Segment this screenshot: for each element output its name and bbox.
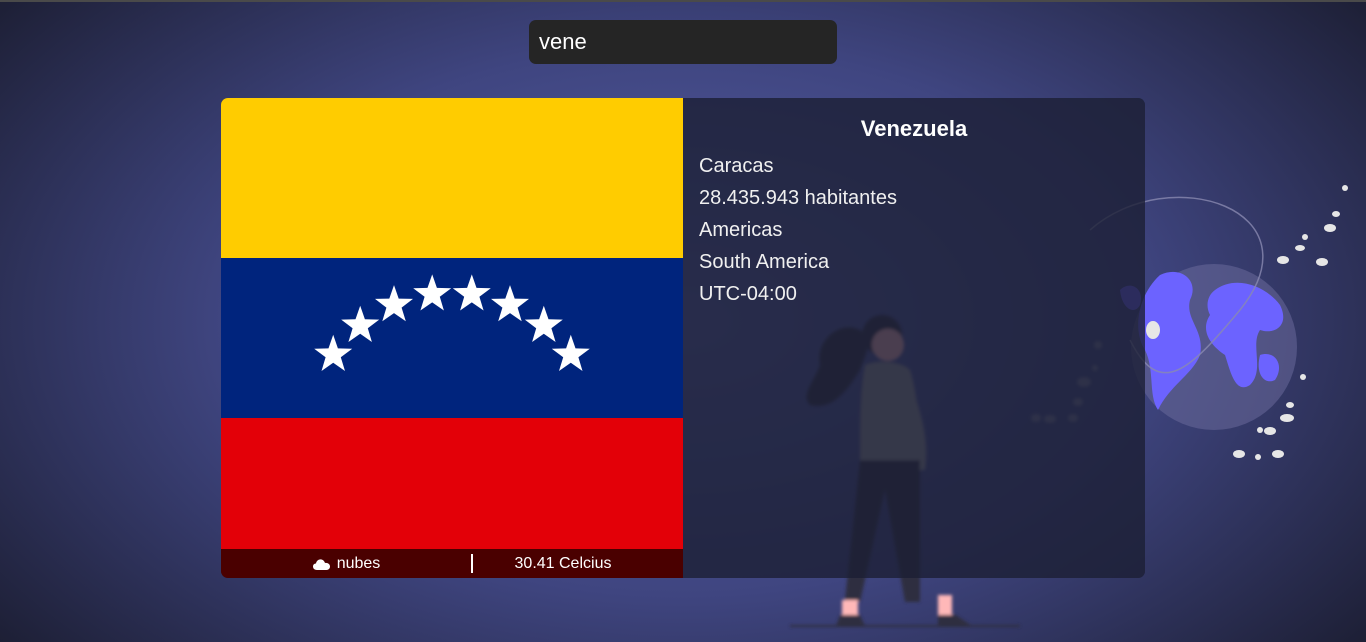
weather-bar: nubes 30.41 Celcius [221, 549, 683, 578]
country-capital: Caracas [699, 155, 774, 177]
country-name: Venezuela [860, 116, 968, 141]
country-timezone: UTC-04:00 [699, 283, 797, 305]
country-card: nubes 30.41 Celcius Venezuela Caracas 28… [221, 98, 1145, 578]
country-details: Caracas 28.435.943 habitantes Americas S… [699, 150, 897, 310]
search-input[interactable] [529, 20, 837, 64]
weather-temperature: 30.41 Celcius [514, 554, 612, 572]
cloud-icon [312, 558, 330, 570]
country-info-panel: Venezuela Caracas 28.435.943 habitantes … [683, 98, 1145, 578]
weather-description: nubes [336, 554, 381, 572]
top-border [0, 0, 1366, 2]
country-subregion: South America [699, 251, 830, 273]
country-population: 28.435.943 habitantes [699, 187, 897, 209]
country-flag [221, 98, 683, 550]
country-region: Americas [699, 219, 783, 241]
flag-panel: nubes 30.41 Celcius [221, 98, 683, 578]
